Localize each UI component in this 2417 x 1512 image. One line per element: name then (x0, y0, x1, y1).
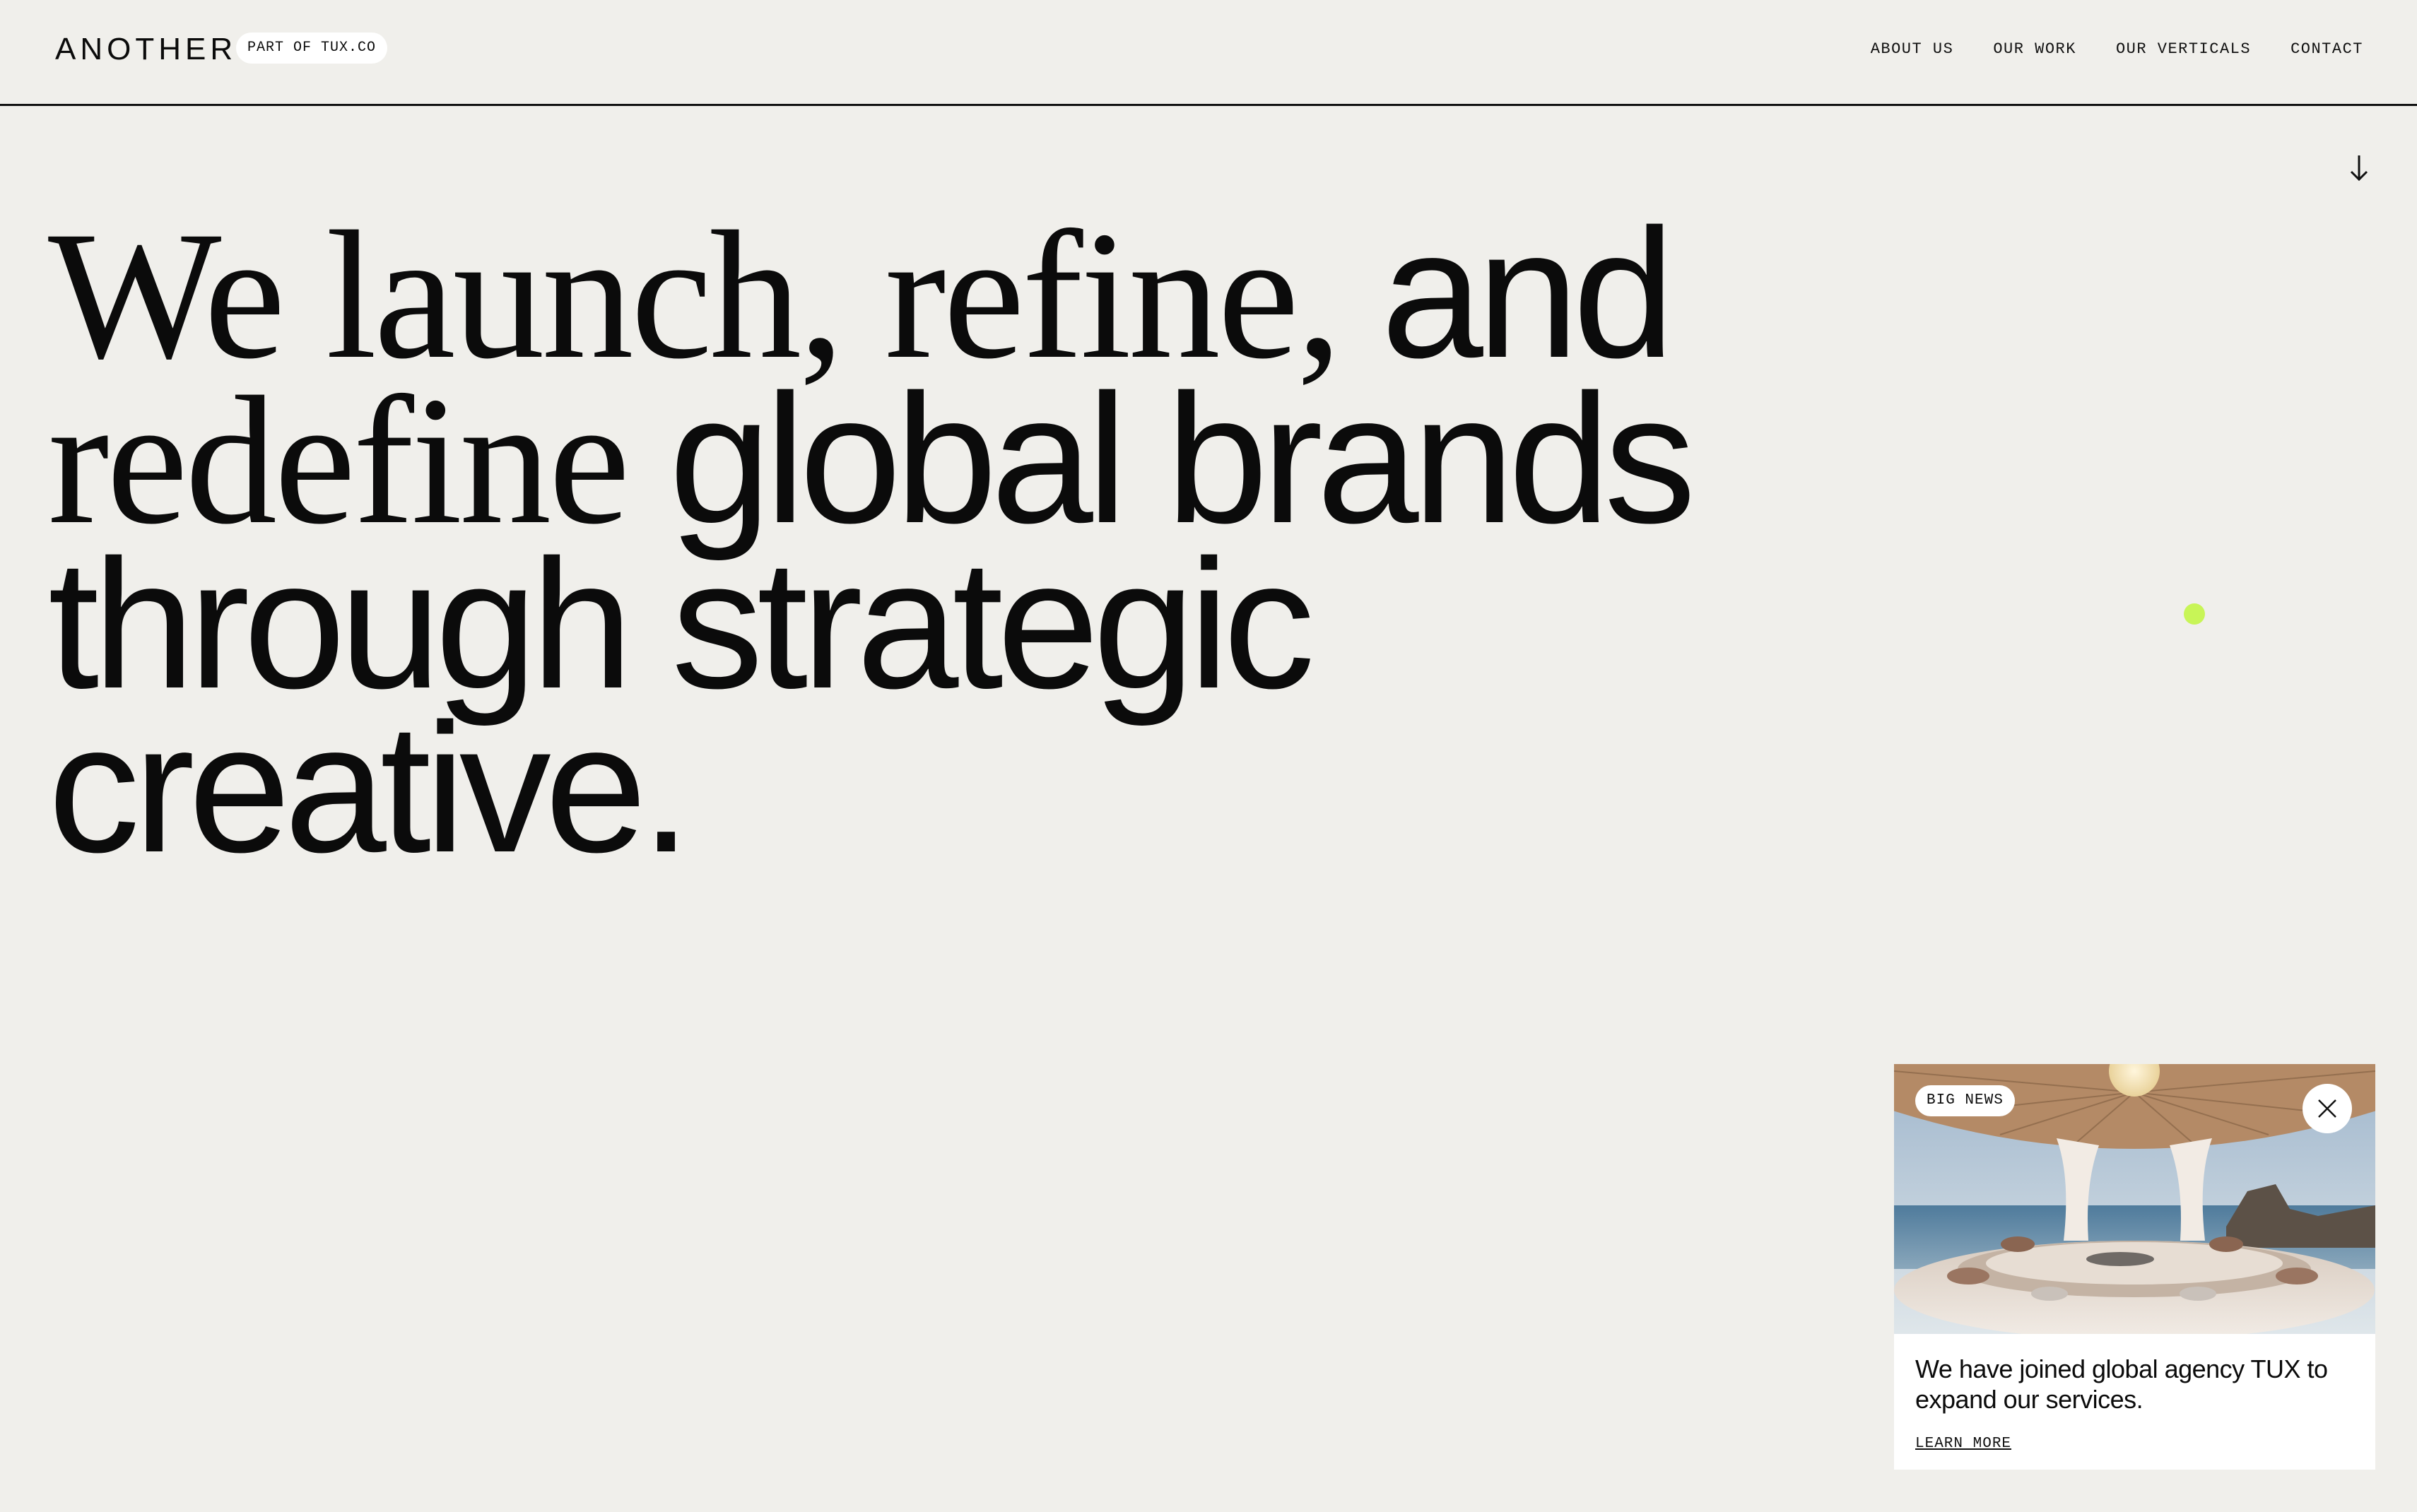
arrow-down-icon[interactable] (2346, 153, 2372, 184)
hero-line-1: We launch, refine, and (48, 202, 1815, 387)
news-card[interactable]: BIG NEWS We have joined global agency TU… (1894, 1064, 2375, 1470)
page: ANOTHER PART OF TUX.CO ABOUT US OUR WORK… (0, 0, 2417, 1512)
hero-line-2: redefine global brands (48, 367, 1815, 553)
close-icon (2318, 1099, 2336, 1118)
tux-badge[interactable]: PART OF TUX.CO (236, 33, 388, 64)
hero-headline: We launch, refine, and redefine global b… (48, 202, 1815, 891)
nav-our-work[interactable]: OUR WORK (1993, 37, 2076, 62)
main-nav: ABOUT US OUR WORK OUR VERTICALS CONTACT (1871, 37, 2363, 62)
nav-our-verticals[interactable]: OUR VERTICALS (2116, 37, 2251, 62)
learn-more-link[interactable]: LEARN MORE (1915, 1436, 2011, 1452)
cursor-dot (2184, 603, 2205, 625)
news-card-image: BIG NEWS (1894, 1064, 2375, 1334)
nav-contact[interactable]: CONTACT (2290, 37, 2363, 62)
logo[interactable]: ANOTHER (55, 33, 237, 66)
big-news-tag: BIG NEWS (1915, 1085, 2015, 1116)
news-card-text: We have joined global agency TUX to expa… (1915, 1354, 2328, 1414)
nav-about-us[interactable]: ABOUT US (1871, 37, 1954, 62)
hero-line-4: creative. (48, 686, 692, 891)
close-button[interactable] (2303, 1084, 2352, 1133)
site-header: ANOTHER PART OF TUX.CO ABOUT US OUR WORK… (0, 0, 2417, 106)
hero-line-3: through strategic (48, 522, 1315, 727)
